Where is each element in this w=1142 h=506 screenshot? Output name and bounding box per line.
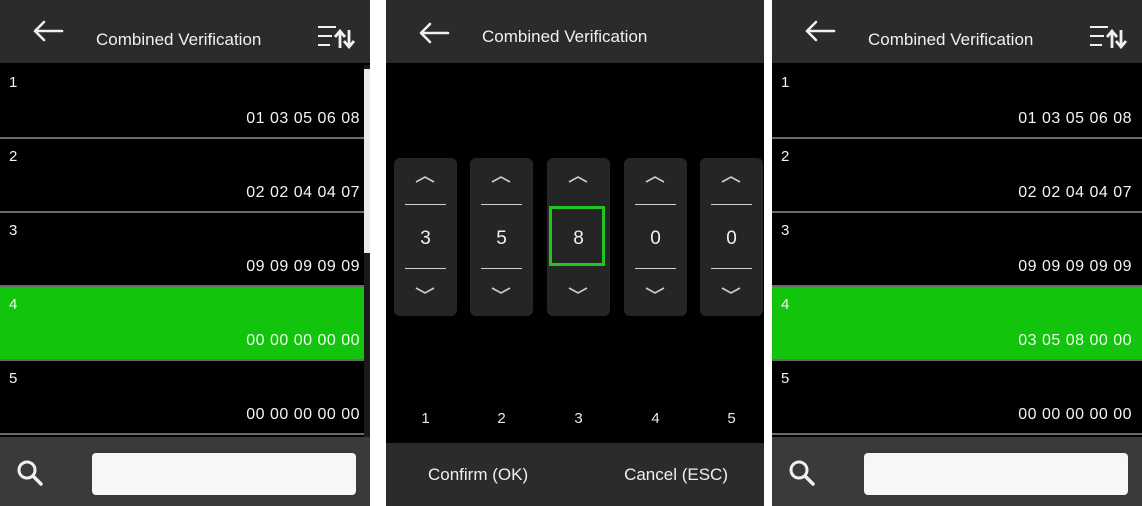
search-bar xyxy=(772,437,1142,506)
list-item-selected[interactable]: 4 00 00 00 00 00 xyxy=(0,287,370,361)
list-item-selected[interactable]: 4 03 05 08 00 00 xyxy=(772,287,1142,361)
row-value: 00 00 00 00 00 xyxy=(246,332,360,349)
screen-edit-combination: Combined Verification 3 5 8 0 0 1 2 3 4 … xyxy=(386,0,764,506)
digit-column-5: 0 xyxy=(700,158,763,316)
digit-column-2: 5 xyxy=(470,158,533,316)
row-index: 3 xyxy=(781,222,790,239)
list-item[interactable]: 5 00 00 00 00 00 xyxy=(0,361,370,435)
row-value: 02 02 04 04 07 xyxy=(246,184,360,201)
chevron-up-icon[interactable] xyxy=(394,158,457,206)
column-number: 2 xyxy=(497,410,506,427)
list-item[interactable]: 1 01 03 05 06 08 xyxy=(772,65,1142,139)
combination-list: 1 01 03 05 06 08 2 02 02 04 04 07 3 09 09 0… xyxy=(772,65,1142,435)
digit-value: 3 xyxy=(420,228,431,249)
scrollbar[interactable] xyxy=(364,65,370,437)
page-title: Combined Verification xyxy=(482,27,648,46)
row-index: 4 xyxy=(9,296,18,313)
row-index: 2 xyxy=(9,148,18,165)
column-number: 4 xyxy=(651,410,660,427)
chevron-up-icon[interactable] xyxy=(624,158,687,206)
search-icon[interactable] xyxy=(788,459,816,487)
scrollbar-thumb[interactable] xyxy=(364,69,370,253)
back-arrow-icon[interactable] xyxy=(802,18,838,44)
row-index: 5 xyxy=(9,370,18,387)
row-value: 02 02 04 04 07 xyxy=(1018,184,1132,201)
header-bar: Combined Verification xyxy=(0,0,370,63)
digit-column-1: 3 xyxy=(394,158,457,316)
digit-column-3: 8 xyxy=(547,158,610,316)
column-number: 3 xyxy=(574,410,583,427)
chevron-down-icon[interactable] xyxy=(624,268,687,316)
cancel-button[interactable]: Cancel (ESC) xyxy=(624,443,728,506)
row-value: 00 00 00 00 00 xyxy=(1018,406,1132,423)
screen-list-before: Combined Verification 1 01 03 05 06 08 2 0… xyxy=(0,0,370,506)
row-value: 00 00 00 00 00 xyxy=(246,406,360,423)
chevron-up-icon[interactable] xyxy=(470,158,533,206)
search-bar xyxy=(0,437,370,506)
row-value: 09 09 09 09 09 xyxy=(246,258,360,275)
screen-list-after: Combined Verification 1 01 03 05 06 08 2 0… xyxy=(772,0,1142,506)
digit-picker: 3 5 8 0 0 xyxy=(386,158,764,316)
chevron-down-icon[interactable] xyxy=(394,268,457,316)
row-index: 1 xyxy=(781,74,790,91)
back-arrow-icon[interactable] xyxy=(416,20,452,46)
column-number: 5 xyxy=(727,410,736,427)
list-item[interactable]: 5 00 00 00 00 00 xyxy=(772,361,1142,435)
chevron-up-icon[interactable] xyxy=(547,158,610,206)
search-icon[interactable] xyxy=(16,459,44,487)
search-input[interactable] xyxy=(864,453,1128,495)
chevron-down-icon[interactable] xyxy=(547,268,610,316)
list-item[interactable]: 3 09 09 09 09 09 xyxy=(0,213,370,287)
row-value: 03 05 08 00 00 xyxy=(1018,332,1132,349)
back-arrow-icon[interactable] xyxy=(30,18,66,44)
header-bar: Combined Verification xyxy=(386,0,764,63)
column-number: 1 xyxy=(421,410,430,427)
digit-column-4: 0 xyxy=(624,158,687,316)
digit-value: 0 xyxy=(650,228,661,249)
sort-icon[interactable] xyxy=(316,24,356,50)
page-title: Combined Verification xyxy=(868,30,1034,49)
header-bar: Combined Verification xyxy=(772,0,1142,63)
digit-value: 5 xyxy=(496,228,507,249)
row-value: 01 03 05 06 08 xyxy=(1018,110,1132,127)
row-index: 5 xyxy=(781,370,790,387)
search-input[interactable] xyxy=(92,453,356,495)
row-index: 4 xyxy=(781,296,790,313)
sort-icon[interactable] xyxy=(1088,24,1128,50)
row-value: 09 09 09 09 09 xyxy=(1018,258,1132,275)
combination-list: 1 01 03 05 06 08 2 02 02 04 04 07 3 09 09 0… xyxy=(0,65,370,435)
list-item[interactable]: 2 02 02 04 04 07 xyxy=(772,139,1142,213)
page-title: Combined Verification xyxy=(96,30,262,49)
row-index: 1 xyxy=(9,74,18,91)
action-bar: Confirm (OK) Cancel (ESC) xyxy=(386,443,764,506)
row-value: 01 03 05 06 08 xyxy=(246,110,360,127)
list-item[interactable]: 3 09 09 09 09 09 xyxy=(772,213,1142,287)
chevron-up-icon[interactable] xyxy=(700,158,763,206)
digit-value: 0 xyxy=(726,228,737,249)
row-index: 2 xyxy=(781,148,790,165)
chevron-down-icon[interactable] xyxy=(470,268,533,316)
list-item[interactable]: 1 01 03 05 06 08 xyxy=(0,65,370,139)
list-item[interactable]: 2 02 02 04 04 07 xyxy=(0,139,370,213)
active-digit-highlight[interactable] xyxy=(549,206,605,266)
confirm-button[interactable]: Confirm (OK) xyxy=(428,443,528,506)
chevron-down-icon[interactable] xyxy=(700,268,763,316)
row-index: 3 xyxy=(9,222,18,239)
